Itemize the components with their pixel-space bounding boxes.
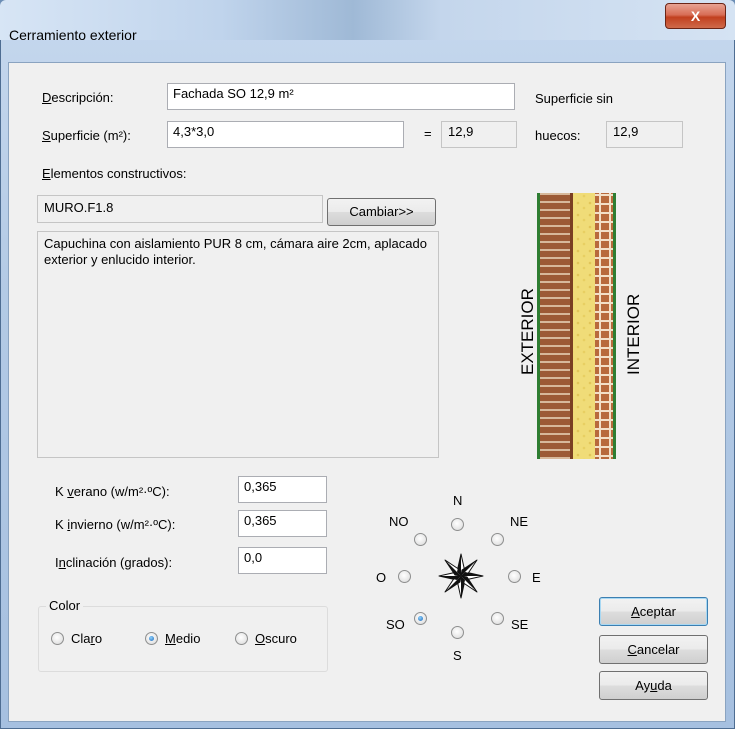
k-invierno-label: K invierno (w/m²·ºC): bbox=[55, 517, 176, 532]
cancelar-button[interactable]: Cancelar bbox=[599, 635, 708, 664]
elementos-label-text: lementos constructivos: bbox=[50, 166, 187, 181]
superficie-input[interactable]: 4,3*3,0 bbox=[167, 121, 404, 148]
color-claro-label[interactable]: Claro bbox=[71, 631, 102, 646]
insulation-layer bbox=[573, 193, 595, 459]
superficie-label: Superficie (m²): bbox=[42, 128, 131, 143]
superficie-sin-value: 12,9 bbox=[606, 121, 683, 148]
orient-o-label: O bbox=[376, 570, 387, 585]
color-oscuro-label[interactable]: Oscuro bbox=[255, 631, 297, 646]
cavity-line bbox=[570, 193, 573, 459]
color-group-title: Color bbox=[46, 598, 84, 613]
inclinacion-input[interactable]: 0,0 bbox=[238, 547, 327, 574]
cambiar-button[interactable]: Cambiar>> bbox=[327, 198, 436, 226]
elementos-label: Elementos constructivos: bbox=[42, 166, 187, 181]
interior-brick-layer bbox=[595, 193, 613, 459]
k-invierno-label-text: nvierno (w/m²·ºC): bbox=[70, 517, 176, 532]
superficie-result: 12,9 bbox=[441, 121, 517, 148]
color-claro-radio[interactable] bbox=[51, 632, 64, 645]
orient-ne-radio[interactable] bbox=[491, 533, 504, 546]
color-medio-radio[interactable] bbox=[145, 632, 158, 645]
descripcion-input[interactable]: Fachada SO 12,9 m² bbox=[167, 83, 515, 110]
orient-so-radio[interactable] bbox=[414, 612, 427, 625]
orient-s-radio[interactable] bbox=[451, 626, 464, 639]
elemento-code: MURO.F1.8 bbox=[37, 195, 323, 223]
orient-e-radio[interactable] bbox=[508, 570, 521, 583]
exterior-cladding-layer bbox=[540, 193, 570, 459]
orient-e-label: E bbox=[532, 570, 541, 585]
color-oscuro-radio[interactable] bbox=[235, 632, 248, 645]
close-button[interactable]: X bbox=[665, 3, 726, 29]
window-title: Cerramiento exterior bbox=[9, 27, 137, 43]
superficie-label-text: uperficie (m²): bbox=[50, 128, 131, 143]
orient-se-label: SE bbox=[511, 617, 529, 632]
superficie-sin-label-line2: huecos: bbox=[535, 128, 581, 143]
equals-sign: = bbox=[424, 126, 432, 141]
orient-so-label: SO bbox=[386, 617, 405, 632]
orient-no-radio[interactable] bbox=[414, 533, 427, 546]
compass-rose-icon bbox=[438, 553, 484, 599]
orient-n-label: N bbox=[453, 493, 463, 508]
interior-finish-line bbox=[613, 193, 616, 459]
descripcion-label: Descripción: bbox=[42, 90, 114, 105]
interior-label: INTERIOR bbox=[624, 293, 643, 375]
k-verano-label-text: erano (w/m²·ºC): bbox=[73, 484, 170, 499]
orient-s-label: S bbox=[453, 648, 462, 663]
superficie-sin-label-line1: Superficie sin bbox=[535, 91, 614, 106]
aceptar-button[interactable]: Aceptar bbox=[599, 597, 708, 626]
k-verano-label: K verano (w/m²·ºC): bbox=[55, 484, 170, 499]
orient-o-radio[interactable] bbox=[398, 570, 411, 583]
inclinacion-label: Inclinación (grados): bbox=[55, 555, 173, 570]
orient-ne-label: NE bbox=[510, 514, 529, 529]
inclinacion-label-text: clinación (grados): bbox=[65, 555, 173, 570]
descripcion-label-text: escripción: bbox=[51, 90, 114, 105]
ayuda-button[interactable]: Ayuda bbox=[599, 671, 708, 700]
k-invierno-input[interactable]: 0,365 bbox=[238, 510, 327, 537]
elemento-description: Capuchina con aislamiento PUR 8 cm, cáma… bbox=[37, 231, 439, 458]
orient-se-radio[interactable] bbox=[491, 612, 504, 625]
orient-n-radio[interactable] bbox=[451, 518, 464, 531]
orient-no-label: NO bbox=[389, 514, 409, 529]
k-verano-input[interactable]: 0,365 bbox=[238, 476, 327, 503]
color-medio-label[interactable]: Medio bbox=[165, 631, 200, 646]
exterior-label: EXTERIOR bbox=[518, 288, 537, 375]
